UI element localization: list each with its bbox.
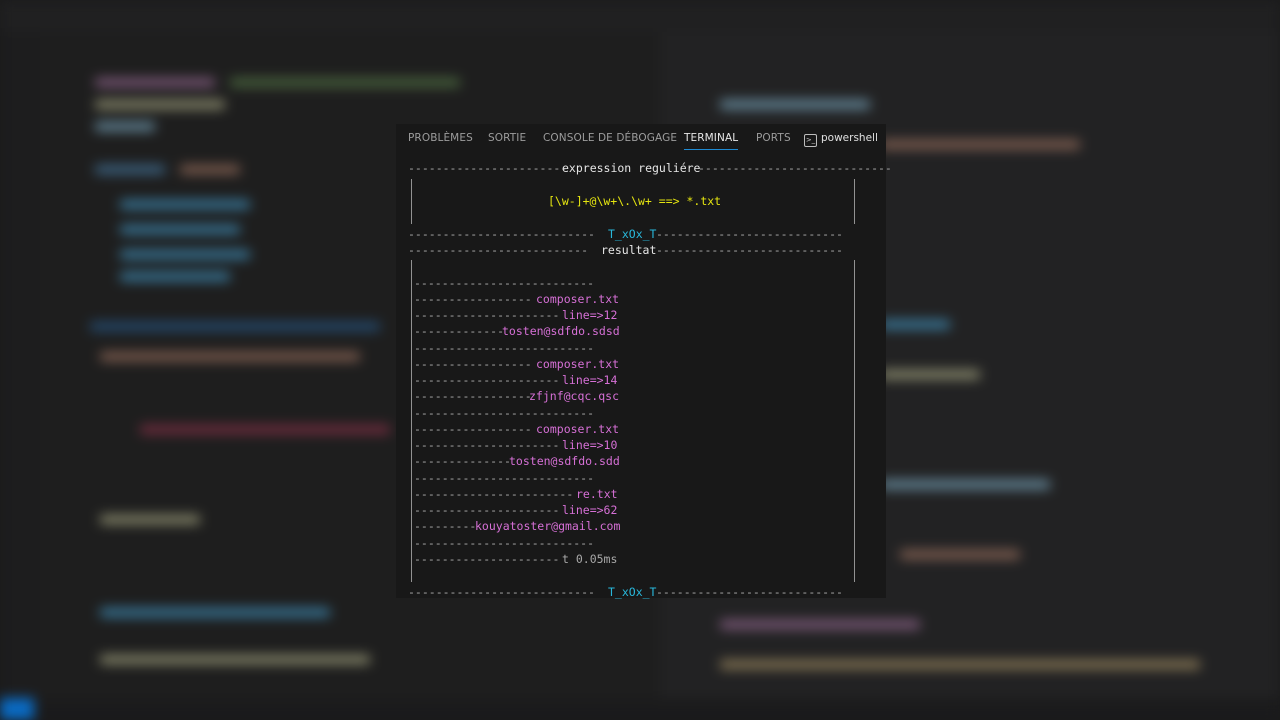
result-email: kouyatoster@gmail.com — [475, 519, 621, 533]
terminal-rule: --------------------- — [414, 308, 560, 322]
terminal-panel: PROBLÈMES SORTIE CONSOLE DE DÉBOGAGE TER… — [396, 124, 892, 599]
result-line: line=>14 — [562, 373, 618, 387]
result-divider: -------------------------- — [414, 406, 595, 420]
status-bar — [0, 698, 1280, 720]
result-email: tosten@sdfdo.sdd — [509, 454, 620, 468]
signature-footer: T_xOx_T — [608, 585, 657, 599]
terminal-rule: -------------- — [414, 454, 511, 468]
signature: T_xOx_T — [608, 227, 657, 241]
results-left-border — [411, 260, 412, 582]
result-line: line=>10 — [562, 438, 618, 452]
terminal-rule: --------------------- — [414, 552, 560, 566]
terminal-rule: --------------------- — [414, 503, 560, 517]
result-email: tosten@sdfdo.sdsd — [502, 324, 620, 338]
result-line: line=>12 — [562, 308, 618, 322]
result-file: composer.txt — [536, 422, 620, 436]
result-file: composer.txt — [536, 292, 620, 306]
terminal-rule: ----------------- — [414, 389, 532, 403]
terminal-rule: ----------------- — [414, 422, 532, 436]
terminal-rule: ---------------------------- — [698, 161, 892, 175]
results-title: resultat — [601, 243, 657, 257]
box-left-border — [411, 179, 412, 224]
result-line: line=>62 — [562, 503, 618, 517]
timing: t 0.05ms — [562, 552, 618, 566]
result-file: re.txt — [576, 487, 618, 501]
result-file: composer.txt — [536, 357, 620, 371]
terminal-rule: --------------------------- — [656, 227, 843, 241]
terminal-rule: ------------- — [414, 324, 505, 338]
terminal-output[interactable]: ----------------------- expression regul… — [396, 124, 892, 599]
terminal-rule: ----------------------- — [408, 161, 568, 175]
terminal-rule: --------------------------- — [656, 243, 843, 257]
terminal-rule: --------------------------- — [656, 585, 843, 599]
terminal-rule: --------- — [414, 519, 477, 533]
results-right-border — [854, 260, 855, 582]
terminal-rule: --------------------------- — [408, 585, 595, 599]
terminal-rule: --------------------- — [414, 373, 560, 387]
title-bar — [0, 0, 1280, 32]
terminal-rule: ----------------- — [414, 292, 532, 306]
result-divider: -------------------------- — [414, 471, 595, 485]
terminal-rule: -------------------------- — [408, 243, 589, 257]
terminal-rule: --------------------------- — [408, 227, 595, 241]
terminal-rule: ----------------- — [414, 357, 532, 371]
header-title: expression reguliére — [562, 161, 701, 175]
regex-pattern: [\w-]+@\w+\.\w+ ==> *.txt — [548, 194, 722, 208]
terminal-rule: --------------------- — [414, 438, 560, 452]
result-email: zfjnf@cqc.qsc — [529, 389, 620, 403]
result-divider: -------------------------- — [414, 276, 595, 290]
terminal-rule: ----------------------- — [414, 487, 574, 501]
result-divider: -------------------------- — [414, 536, 595, 550]
activity-bar — [0, 32, 40, 720]
box-right-border — [854, 179, 855, 224]
result-divider: -------------------------- — [414, 341, 595, 355]
